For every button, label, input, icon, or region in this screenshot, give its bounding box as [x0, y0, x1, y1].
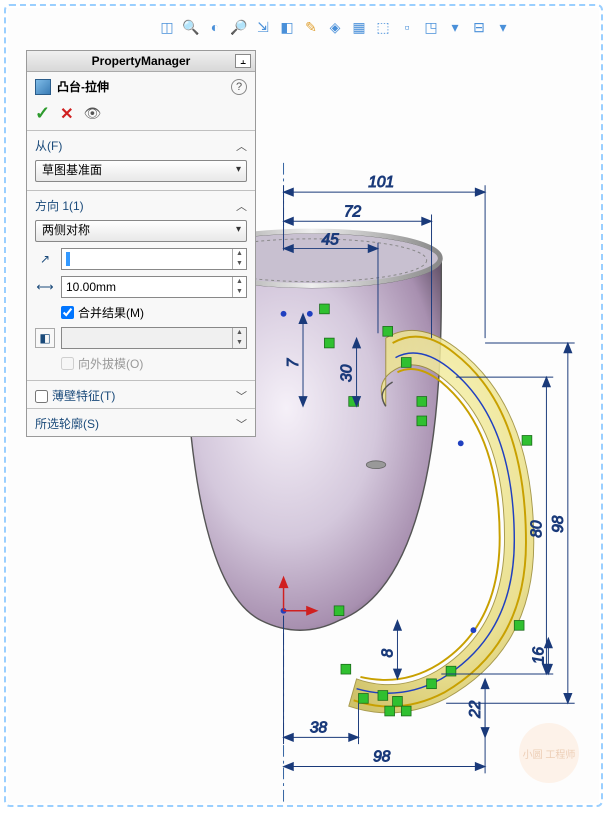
- dim[interactable]: 8: [380, 648, 397, 657]
- section-contours-header[interactable]: 所选轮廓(S) ﹀: [27, 409, 255, 436]
- tool-icon[interactable]: ◐: [206, 18, 224, 36]
- chevron-up-icon: ︿: [236, 198, 247, 214]
- draft-angle-input: ▲▼: [61, 327, 247, 349]
- dim[interactable]: 22: [467, 700, 484, 719]
- dim[interactable]: 101: [368, 174, 394, 191]
- pin-icon[interactable]: ⫠: [235, 54, 251, 68]
- thin-feature-checkbox[interactable]: [35, 390, 48, 403]
- tool-icon[interactable]: ◧: [278, 18, 296, 36]
- tool-icon[interactable]: ⇲: [254, 18, 272, 36]
- feature-icon: [35, 79, 51, 95]
- chevron-down-icon: ﹀: [236, 416, 247, 432]
- draft-icon[interactable]: ◧: [35, 328, 55, 348]
- tool-icon[interactable]: ▫: [398, 18, 416, 36]
- tool-icon[interactable]: ⬚: [374, 18, 392, 36]
- dim[interactable]: 80: [529, 520, 546, 538]
- dim[interactable]: 98: [373, 749, 391, 766]
- chevron-down-icon: ﹀: [236, 388, 247, 404]
- dim[interactable]: 45: [322, 232, 340, 249]
- tool-icon[interactable]: ◳: [422, 18, 440, 36]
- view-toolbar: ◫ 🔍 ◐ 🔎 ⇲ ◧ ✎ ◈ ▦ ⬚ ▫ ◳ ▾ ⊟ ▾: [158, 18, 512, 36]
- viewport[interactable]: ◫ 🔍 ◐ 🔎 ⇲ ◧ ✎ ◈ ▦ ⬚ ▫ ◳ ▾ ⊟ ▾: [8, 8, 599, 803]
- tool-icon[interactable]: ◈: [326, 18, 344, 36]
- from-combo[interactable]: 草图基准面: [35, 160, 247, 182]
- dim[interactable]: 16: [531, 647, 548, 665]
- reverse-direction-icon[interactable]: ↗: [35, 249, 55, 269]
- dim[interactable]: 98: [550, 515, 567, 533]
- cancel-button[interactable]: ✕: [60, 104, 73, 124]
- tool-icon[interactable]: ⊟: [470, 18, 488, 36]
- ok-button[interactable]: ✓: [35, 103, 50, 124]
- help-icon[interactable]: ?: [231, 79, 247, 95]
- distance-icon: ⟷: [35, 277, 55, 297]
- dim[interactable]: 7: [285, 357, 302, 367]
- tool-icon[interactable]: ▾: [446, 18, 464, 36]
- dim[interactable]: 30: [339, 364, 356, 382]
- end-condition-combo[interactable]: 两侧对称: [35, 220, 247, 242]
- tool-icon[interactable]: 🔎: [230, 18, 248, 36]
- merge-checkbox[interactable]: 合并结果(M): [61, 304, 247, 321]
- tool-icon[interactable]: ◫: [158, 18, 176, 36]
- preview-icon[interactable]: 👁: [84, 105, 102, 122]
- tool-icon[interactable]: 🔍: [182, 18, 200, 36]
- section-from-header[interactable]: 从(F) ︿: [27, 131, 255, 158]
- distance-input[interactable]: 10.00mm▲▼: [61, 276, 247, 298]
- property-manager-panel: PropertyManager ⫠ 凸台-拉伸 ? ✓ ✕ 👁 从(F) ︿ 草…: [26, 50, 256, 437]
- dim[interactable]: 72: [344, 203, 362, 220]
- tool-icon[interactable]: ✎: [302, 18, 320, 36]
- tool-icon[interactable]: ▾: [494, 18, 512, 36]
- dim[interactable]: 38: [310, 719, 328, 736]
- tool-icon[interactable]: ▦: [350, 18, 368, 36]
- section-dir1-header[interactable]: 方向 1(1) ︿: [27, 191, 255, 218]
- depth-selection-input[interactable]: ▲▼: [61, 248, 247, 270]
- feature-name: 凸台-拉伸: [57, 78, 225, 95]
- panel-title: PropertyManager ⫠: [27, 51, 255, 72]
- chevron-up-icon: ︿: [236, 138, 247, 154]
- section-thin-header[interactable]: 薄壁特征(T) ﹀: [27, 381, 255, 408]
- draft-outward-checkbox: 向外拔模(O): [61, 355, 247, 372]
